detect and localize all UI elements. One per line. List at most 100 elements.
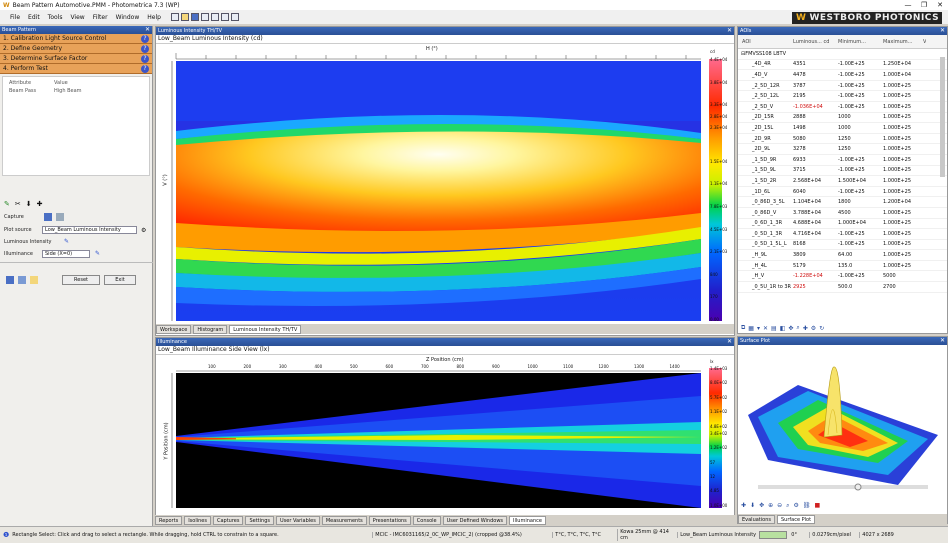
settings-icon[interactable]: ⚙ [794,502,799,510]
aoi-row[interactable]: _2D_9L 3278 1250 1.000E+25 [738,144,947,155]
open-folder-icon[interactable] [180,13,189,21]
time-slider[interactable] [758,485,928,489]
pan-icon[interactable]: ✥ [759,502,764,510]
help-icon[interactable]: ? [141,55,149,63]
slider-handle[interactable] [854,483,862,491]
tab-evaluations[interactable]: Evaluations [738,514,775,524]
link-icon[interactable]: ⛓ [803,502,811,510]
copy-icon[interactable]: ⧉ [741,324,745,332]
aoi-row[interactable]: _0_86D_V 3.788E+04 4500 1.000E+25 [738,208,947,219]
aoi-row[interactable]: _0_5D_1_5L_L 8168 -1.00E+25 1.000E+25 [738,240,947,251]
aoi-row[interactable]: _H_4L 5179 135.0 1.000E+25 [738,261,947,272]
close-icon[interactable]: ✕ [727,338,732,346]
help-icon[interactable]: ? [141,45,149,53]
tab-isolines[interactable]: Isolines [184,515,211,525]
zoom-out-icon[interactable]: ⊖ [777,502,782,510]
aoi-row[interactable]: _1_5D_9R 6933 -1.00E+25 1.000E+25 [738,155,947,166]
add-icon[interactable]: ✚ [803,325,808,332]
copy-icon[interactable] [200,13,209,21]
aoi-row[interactable]: _4D_4R 4351 -1.00E+25 1.250E+04 [738,60,947,71]
search-icon[interactable]: ⌕ [786,502,789,510]
move-icon[interactable]: ✥ [788,325,793,332]
cut-icon[interactable]: ✂ [15,200,21,208]
step-calibration[interactable]: 1. Calibration Light Source Control? [0,34,152,44]
exit-button[interactable]: Exit [104,275,136,285]
illuminance-select[interactable]: Side (X=0) [42,250,90,258]
aoi-row[interactable]: _0_86D_3_5L 1.104E+04 1800 1.200E+04 [738,197,947,208]
aoi-row[interactable]: _H_V -1.228E+04 -1.00E+25 5000 [738,271,947,283]
search-icon[interactable]: ⌕ [796,324,799,332]
tab-workspace[interactable]: Workspace [156,324,192,334]
aoi-row[interactable]: _2_5D_12L 2195 -1.00E+25 1.000E+25 [738,91,947,102]
chart-icon[interactable]: ◧ [780,325,786,332]
step-geometry[interactable]: 2. Define Geometry? [0,44,152,54]
restore-button[interactable]: ❐ [916,0,932,10]
tab-reports[interactable]: Reports [155,515,183,525]
close-icon[interactable]: ✕ [145,26,150,34]
aoi-group[interactable]: ⊟ FMVSS108 LBTV [738,49,947,60]
pin-icon[interactable]: ✚ [741,502,746,510]
menu-view[interactable]: View [66,14,88,21]
tab-user-defined-windows[interactable]: User Defined Windows [442,515,508,525]
delete-icon[interactable]: ✕ [763,325,768,332]
camera-icon[interactable] [44,213,52,221]
aoi-row[interactable]: _2D_15R 2888 1000 1.000E+25 [738,113,947,124]
settings-icon[interactable]: ⚙ [141,227,146,234]
plot-source-select[interactable]: Low_Beam Luminous Intensity [42,226,137,234]
open-folder-icon[interactable] [30,276,38,284]
help-icon[interactable]: ? [141,35,149,43]
aoi-row[interactable]: _1_5D_2R 2.568E+04 1.500E+04 1.000E+25 [738,176,947,187]
aoi-row[interactable]: _2_5D_12R 3787 -1.00E+25 1.000E+25 [738,81,947,92]
help-icon[interactable]: ? [141,65,149,73]
aoi-row[interactable]: _0_6D_1_3R 4.688E+04 1.000E+04 1.000E+25 [738,219,947,230]
menu-filter[interactable]: Filter [89,14,112,21]
property-row[interactable]: Beam Pass High Beam [9,87,143,95]
aoi-row[interactable]: _1_5D_9L 3715 -1.00E+25 1.000E+25 [738,166,947,177]
add-icon[interactable]: ✚ [37,200,43,208]
menu-tools[interactable]: Tools [44,14,67,21]
menu-file[interactable]: File [6,14,24,21]
filter-icon[interactable]: ▾ [757,325,760,332]
grid-icon[interactable]: ▦ [748,325,754,332]
minimize-button[interactable]: — [900,0,916,10]
table-icon[interactable] [220,13,229,21]
picker-icon[interactable]: ✎ [64,238,69,245]
zoom-in-icon[interactable]: ⊕ [768,502,773,510]
tab-illuminance[interactable]: Illuminance [509,515,546,525]
color-icon[interactable]: ■ [815,502,821,510]
table-icon[interactable]: ▤ [771,325,777,332]
aoi-row[interactable]: _0_5D_1_3R 4.716E+04 -1.00E+25 1.000E+25 [738,229,947,240]
tab-measurements[interactable]: Measurements [321,515,367,525]
grid-icon[interactable] [210,13,219,21]
close-icon[interactable]: ✕ [940,337,945,345]
settings-icon[interactable]: ⚙ [811,325,816,332]
picture-icon[interactable] [56,213,64,221]
tab-console[interactable]: Console [412,515,441,525]
aoi-row[interactable]: _H_9L 3809 64.00 1.000E+25 [738,250,947,261]
picker-icon[interactable]: ✎ [95,250,100,257]
close-icon[interactable]: ✕ [940,27,945,35]
download-icon[interactable]: ⬇ [26,200,32,208]
aoi-row[interactable]: _2_5D_V -1.036E+04 -1.00E+25 1.000E+25 [738,102,947,113]
surface-plot-3d[interactable] [738,345,947,493]
reset-button[interactable]: Reset [62,275,100,285]
aoi-row[interactable]: _2D_15L 1498 1000 1.000E+25 [738,123,947,134]
tab-user-variables[interactable]: User Variables [275,515,320,525]
refresh-icon[interactable]: ↻ [819,325,824,332]
aoi-row[interactable]: _4D_V 4478 -1.00E+25 1.000E+04 [738,70,947,81]
scrollbar-thumb[interactable] [940,57,945,177]
tab-captures[interactable]: Captures [212,515,244,525]
aoi-row[interactable]: _1D_6L 6040 -1.00E+25 1.000E+25 [738,187,947,198]
down-icon[interactable]: ⬇ [750,502,755,510]
step-surface-factor[interactable]: 3. Determine Surface Factor? [0,54,152,64]
tab-surface-plot[interactable]: Surface Plot [777,514,816,524]
step-perform-test[interactable]: 4. Perform Test? [0,64,152,74]
menu-help[interactable]: Help [143,14,165,21]
luminous-intensity-heatmap[interactable] [156,53,736,321]
tab-luminous-intensity[interactable]: Luminous Intensity TH/TV [229,324,302,334]
close-button[interactable]: ✕ [932,0,948,10]
edit-icon[interactable]: ✎ [4,200,10,208]
tab-histogram[interactable]: Histogram [193,324,228,334]
copy-icon[interactable] [18,276,26,284]
save-icon[interactable] [6,276,14,284]
